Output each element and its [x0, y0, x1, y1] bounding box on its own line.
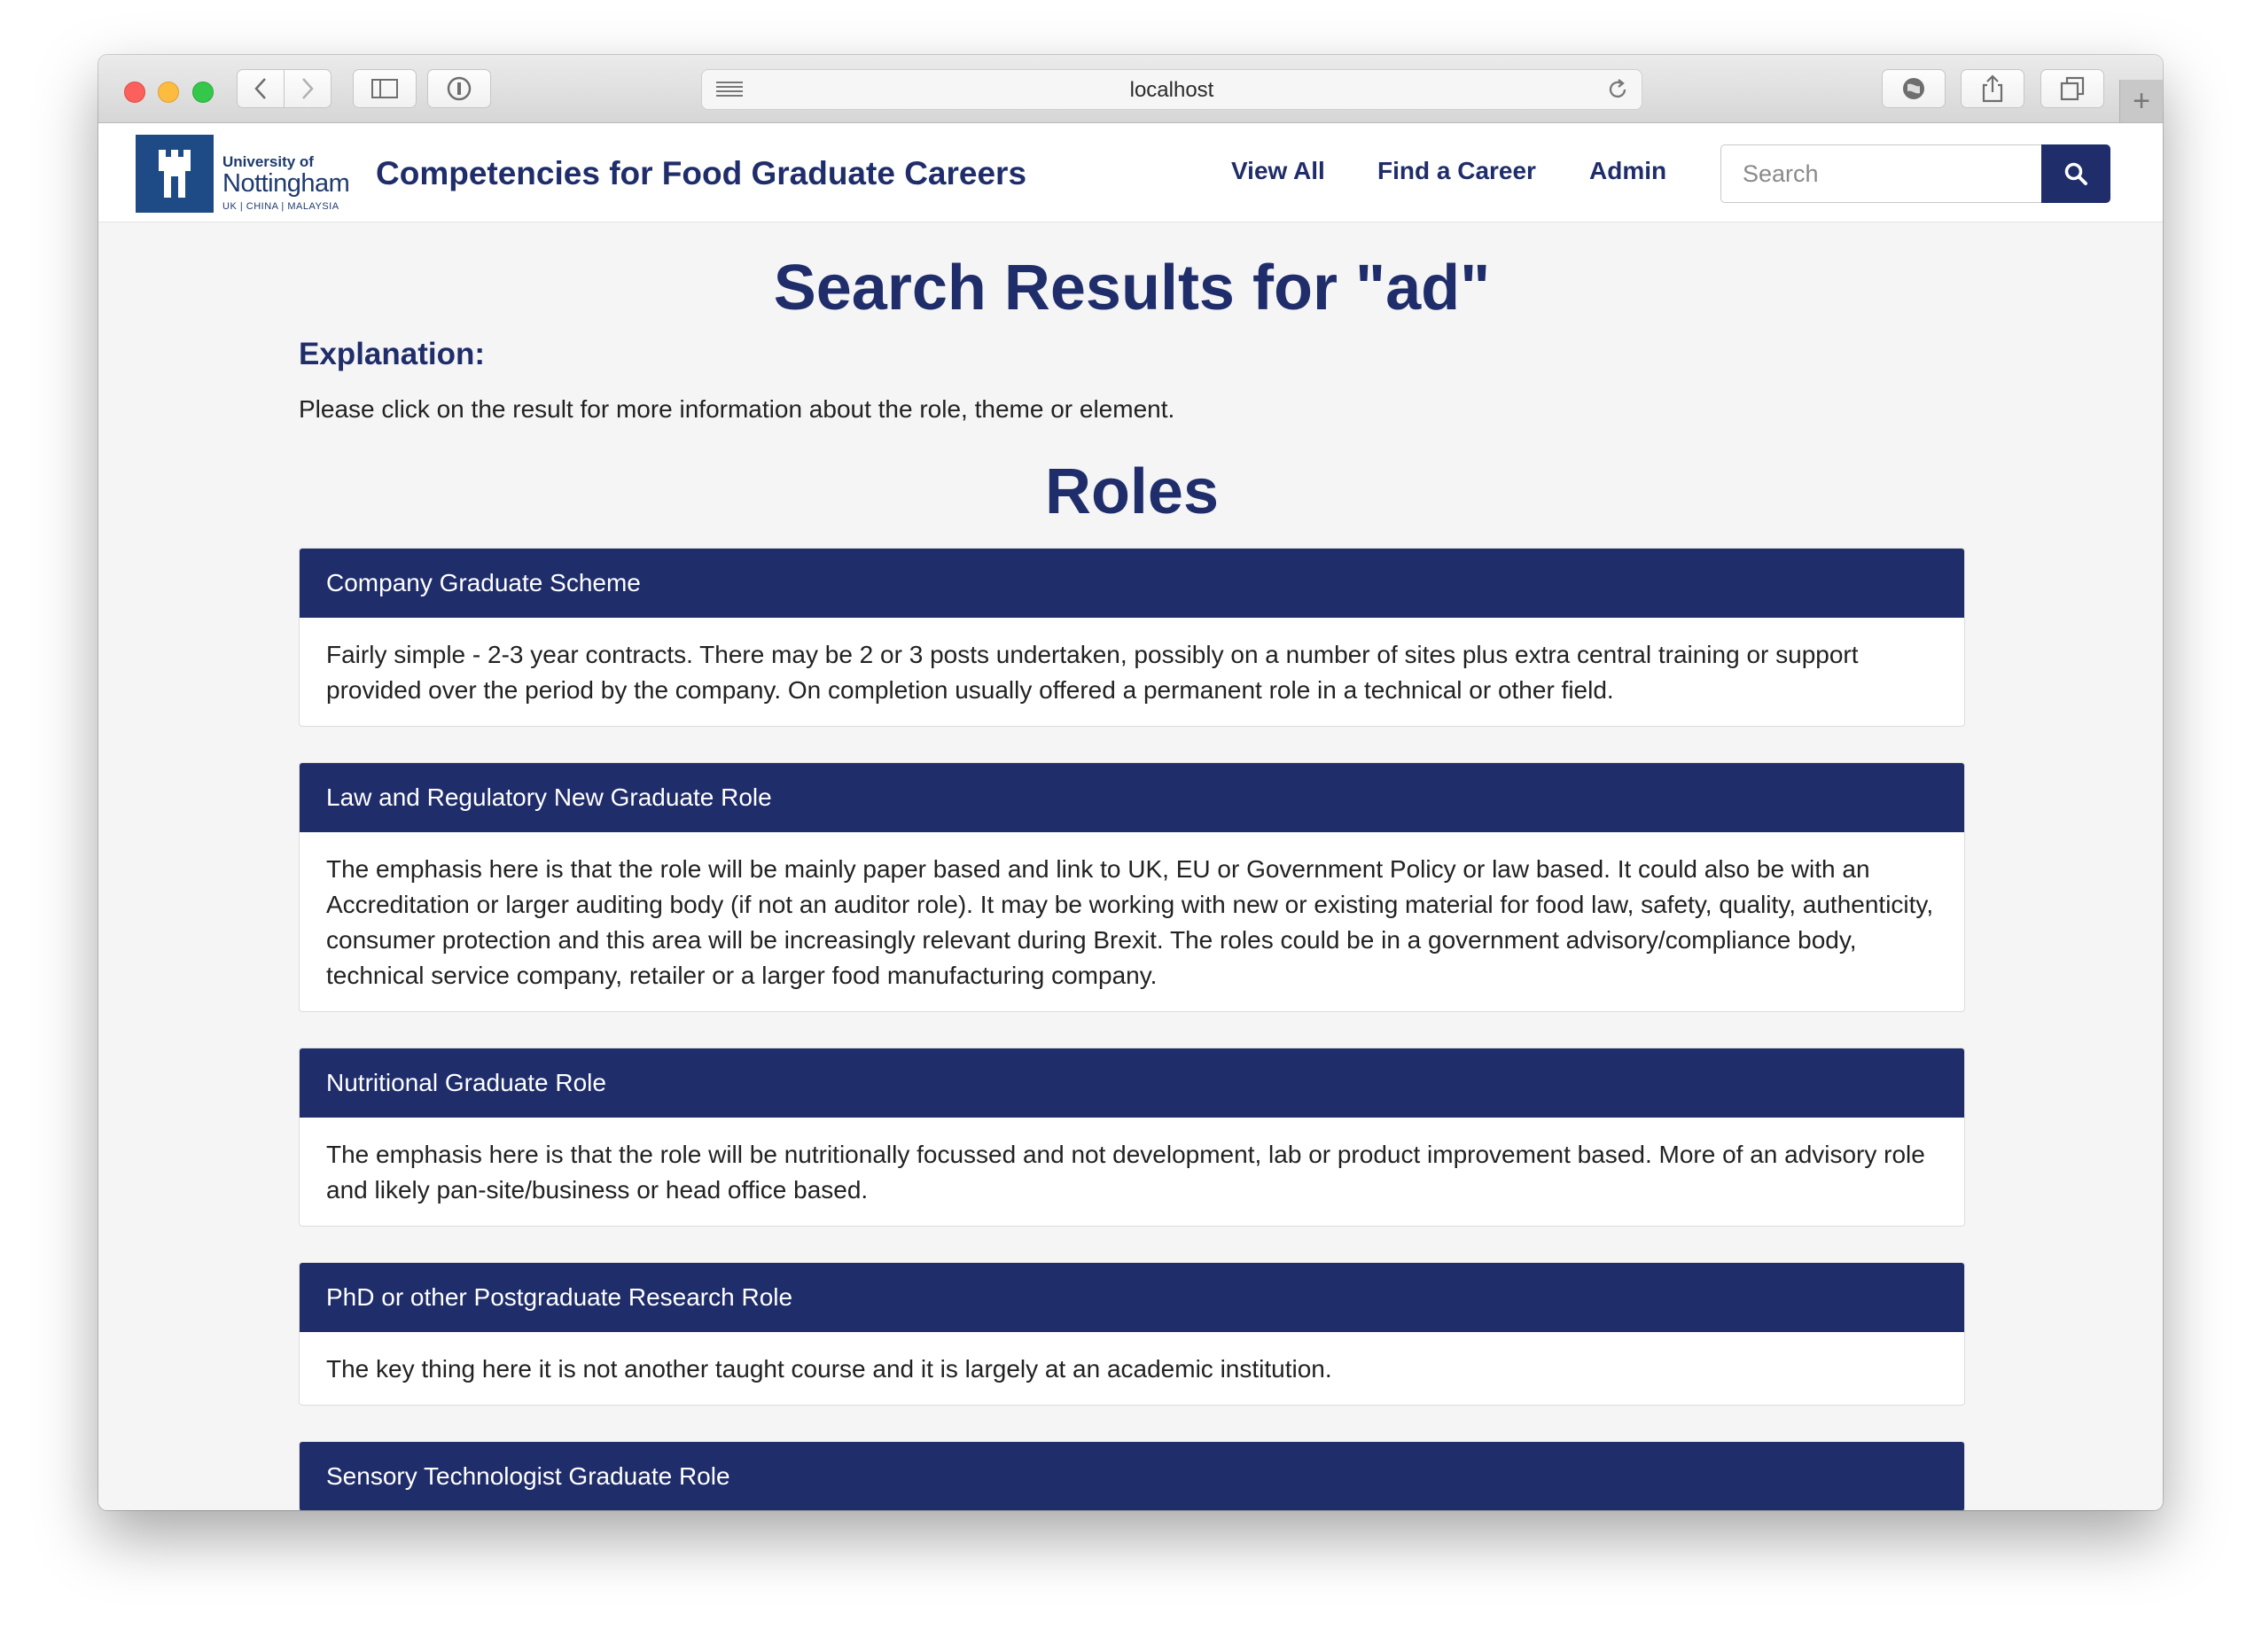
forward-button[interactable]: [284, 69, 332, 108]
main-content: Search Results for "ad" Explanation: Ple…: [299, 222, 1965, 1510]
castle-crest-icon: [136, 135, 214, 213]
extension-button[interactable]: [1882, 69, 1946, 108]
reload-icon[interactable]: [1606, 78, 1629, 101]
share-button[interactable]: [1961, 69, 2024, 108]
chevron-left-icon: [254, 78, 266, 99]
nav-admin[interactable]: Admin: [1589, 157, 1666, 185]
university-logo[interactable]: University of Nottingham UK | CHINA | MA…: [136, 135, 350, 213]
explanation-heading: Explanation:: [299, 337, 486, 371]
logo-line-3: UK | CHINA | MALAYSIA: [222, 201, 339, 212]
role-card[interactable]: PhD or other Postgraduate Research Role …: [299, 1262, 1965, 1406]
password-button[interactable]: [427, 69, 491, 108]
role-card[interactable]: Company Graduate Scheme Fairly simple - …: [299, 548, 1965, 727]
section-title-roles: Roles: [1044, 456, 1220, 527]
role-card-title[interactable]: Nutritional Graduate Role: [300, 1048, 1964, 1118]
close-window-button[interactable]: [124, 82, 145, 103]
role-card-description: The key thing here it is not another tau…: [326, 1355, 1332, 1383]
role-card-title[interactable]: Law and Regulatory New Graduate Role: [300, 763, 1964, 832]
roles-list: Company Graduate Scheme Fairly simple - …: [299, 548, 1965, 1510]
explanation-text: Please click on the result for more info…: [299, 395, 1175, 423]
role-card-description: The emphasis here is that the role will …: [326, 1141, 1925, 1204]
role-card-title[interactable]: PhD or other Postgraduate Research Role: [300, 1263, 1964, 1332]
role-card-description: The emphasis here is that the role will …: [326, 855, 1934, 989]
role-card[interactable]: Sensory Technologist Graduate Role: [299, 1441, 1965, 1510]
sidebar-icon: [371, 79, 398, 98]
plus-icon: +: [2133, 83, 2150, 118]
browser-window: localhost + University of Nottingham UK …: [98, 55, 2163, 1510]
search-input[interactable]: [1720, 144, 2041, 203]
browser-toolbar: localhost +: [98, 55, 2163, 123]
zoom-window-button[interactable]: [192, 82, 214, 103]
tabs-icon: [2060, 76, 2085, 101]
new-tab-button[interactable]: +: [2119, 80, 2163, 122]
web-page: University of Nottingham UK | CHINA | MA…: [98, 123, 2163, 1510]
site-title[interactable]: Competencies for Food Graduate Careers: [376, 155, 1026, 192]
search-button[interactable]: [2041, 144, 2110, 203]
role-card-description: Fairly simple - 2-3 year contracts. Ther…: [326, 641, 1859, 704]
globe-icon: [1903, 78, 1924, 99]
sidebar-toggle-button[interactable]: [353, 69, 417, 108]
key-circle-icon: [447, 76, 472, 101]
share-icon: [1982, 74, 2003, 103]
site-navbar: University of Nottingham UK | CHINA | MA…: [98, 123, 2163, 222]
url-text: localhost: [1129, 78, 1214, 102]
role-card[interactable]: Law and Regulatory New Graduate Role The…: [299, 762, 1965, 1012]
role-card[interactable]: Nutritional Graduate Role The emphasis h…: [299, 1048, 1965, 1227]
search-icon: [2064, 162, 2087, 185]
address-bar[interactable]: localhost: [701, 69, 1642, 110]
chevron-right-icon: [302, 78, 314, 99]
logo-line-2: Nottingham: [222, 169, 350, 198]
nav-find-a-career[interactable]: Find a Career: [1377, 157, 1536, 185]
tabs-overview-button[interactable]: [2040, 69, 2104, 108]
minimize-window-button[interactable]: [158, 82, 179, 103]
page-title: Search Results for "ad": [773, 253, 1491, 323]
nav-view-all[interactable]: View All: [1231, 157, 1325, 185]
back-button[interactable]: [237, 69, 285, 108]
logo-line-1: University of: [222, 153, 314, 170]
role-card-title[interactable]: Company Graduate Scheme: [300, 549, 1964, 618]
role-card-title[interactable]: Sensory Technologist Graduate Role: [300, 1442, 1964, 1510]
